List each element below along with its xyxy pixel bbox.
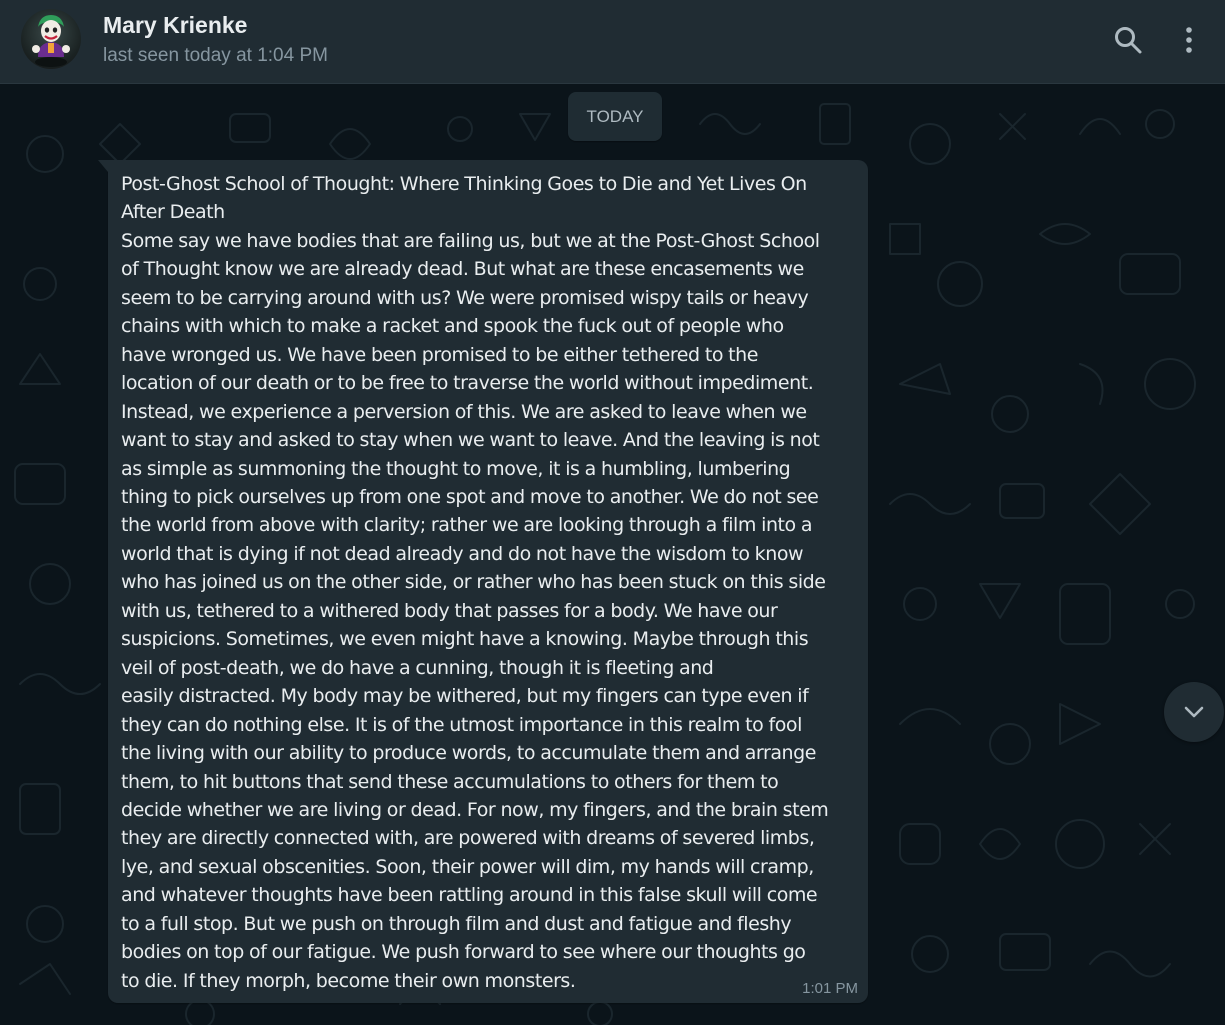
last-seen-status: last seen today at 1:04 PM xyxy=(103,45,328,66)
kebab-menu-icon xyxy=(1186,27,1192,53)
menu-button[interactable] xyxy=(1169,20,1209,60)
message-text: Post-Ghost School of Thought: Where Thin… xyxy=(121,173,829,992)
bubble-tail xyxy=(98,160,108,172)
chevron-down-icon xyxy=(1184,706,1204,718)
message-timestamp: 1:01 PM xyxy=(802,980,858,997)
date-divider: TODAY xyxy=(568,92,662,141)
search-button[interactable] xyxy=(1108,20,1148,60)
search-icon xyxy=(1115,27,1142,54)
chat-header: Mary Krienke last seen today at 1:04 PM xyxy=(0,0,1225,84)
chat-window: Mary Krienke last seen today at 1:04 PM xyxy=(0,0,1225,1025)
joker-figure-avatar xyxy=(32,15,70,67)
scroll-to-bottom-button[interactable] xyxy=(1164,682,1224,742)
contact-avatar[interactable] xyxy=(21,9,81,69)
message-pane[interactable]: TODAY Post-Ghost School of Thought: Wher… xyxy=(0,84,1225,1025)
contact-name[interactable]: Mary Krienke xyxy=(103,12,247,39)
incoming-message-bubble[interactable]: Post-Ghost School of Thought: Where Thin… xyxy=(98,160,868,1003)
